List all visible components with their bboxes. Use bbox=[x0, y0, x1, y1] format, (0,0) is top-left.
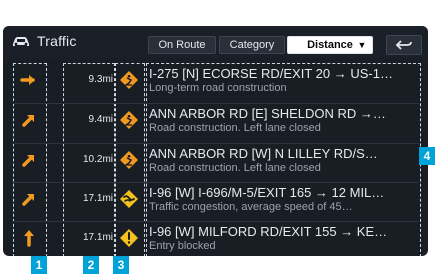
callout-label-3: 3 bbox=[113, 256, 129, 274]
road-work-icon bbox=[117, 148, 141, 172]
distance-value: 17.1mi bbox=[82, 193, 113, 204]
sort-dropdown[interactable]: Distance ▼ bbox=[287, 36, 373, 54]
callout-label-1: 1 bbox=[31, 256, 47, 274]
distance-value: 9.3mi bbox=[88, 74, 113, 85]
list-item[interactable]: I-96 [W] I-696/M-5/EXIT 165 → 12 MIL… Tr… bbox=[149, 185, 414, 213]
arrow-up-right-icon bbox=[17, 108, 41, 132]
list-item-subtitle: Entry blocked bbox=[149, 240, 216, 252]
road-work-icon bbox=[117, 68, 141, 92]
list-item-title: ANN ARBOR RD [E] SHELDON RD →… bbox=[149, 106, 386, 121]
arrow-right-icon bbox=[17, 68, 41, 92]
back-arrow-icon bbox=[395, 40, 412, 50]
distance-value: 17.1mi bbox=[82, 232, 113, 243]
chevron-down-icon: ▼ bbox=[357, 40, 367, 50]
list-item-title: I-96 [W] MILFORD RD/EXIT 155 → KE… bbox=[149, 224, 388, 239]
row-divider bbox=[13, 182, 419, 183]
list-item[interactable]: ANN ARBOR RD [W] N LILLEY RD/S… Road con… bbox=[149, 146, 414, 174]
callout-label-2: 2 bbox=[83, 256, 99, 274]
title-area: Traffic bbox=[11, 33, 77, 49]
congestion-icon bbox=[117, 187, 141, 211]
list-item-title: I-96 [W] I-696/M-5/EXIT 165 → 12 MIL… bbox=[149, 185, 385, 200]
navigation-screen: Traffic On Route Category Distance ▼ 9.3… bbox=[3, 26, 428, 256]
sort-dropdown-value: Distance bbox=[307, 39, 353, 51]
list-item[interactable]: I-96 [W] MILFORD RD/EXIT 155 → KE… Entry… bbox=[149, 224, 414, 252]
arrow-up-right-icon bbox=[17, 187, 41, 211]
distance-value: 9.4mi bbox=[88, 114, 113, 125]
list-item[interactable]: ANN ARBOR RD [E] SHELDON RD →… Road cons… bbox=[149, 106, 414, 134]
list-item-subtitle: Road construction. Left lane closed bbox=[149, 162, 321, 174]
tab-category[interactable]: Category bbox=[219, 36, 285, 54]
list-item[interactable]: I-275 [N] ECORSE RD/EXIT 20 → US-1… Long… bbox=[149, 66, 414, 94]
row-divider bbox=[13, 143, 419, 144]
list-item-title: ANN ARBOR RD [W] N LILLEY RD/S… bbox=[149, 146, 378, 161]
list-item-subtitle: Road construction. Left lane closed bbox=[149, 122, 321, 134]
warning-icon bbox=[117, 226, 141, 250]
row-divider bbox=[13, 103, 419, 104]
list-item-subtitle: Traffic congestion, average speed of 45… bbox=[149, 201, 353, 213]
car-icon bbox=[13, 37, 29, 46]
distance-value: 10.2mi bbox=[82, 154, 113, 165]
header: Traffic On Route Category Distance ▼ bbox=[3, 26, 428, 58]
back-button[interactable] bbox=[386, 35, 422, 55]
row-divider bbox=[13, 221, 419, 222]
list-item-subtitle: Long-term road construction bbox=[149, 82, 287, 94]
callout-label-4: 4 bbox=[419, 147, 435, 165]
arrow-up-icon bbox=[17, 226, 41, 250]
tab-on-route[interactable]: On Route bbox=[148, 36, 216, 54]
arrow-up-right-icon bbox=[17, 148, 41, 172]
frame: Traffic On Route Category Distance ▼ 9.3… bbox=[0, 0, 437, 275]
page-title: Traffic bbox=[37, 33, 77, 49]
road-work-icon bbox=[117, 108, 141, 132]
list-item-title: I-275 [N] ECORSE RD/EXIT 20 → US-1… bbox=[149, 66, 393, 81]
